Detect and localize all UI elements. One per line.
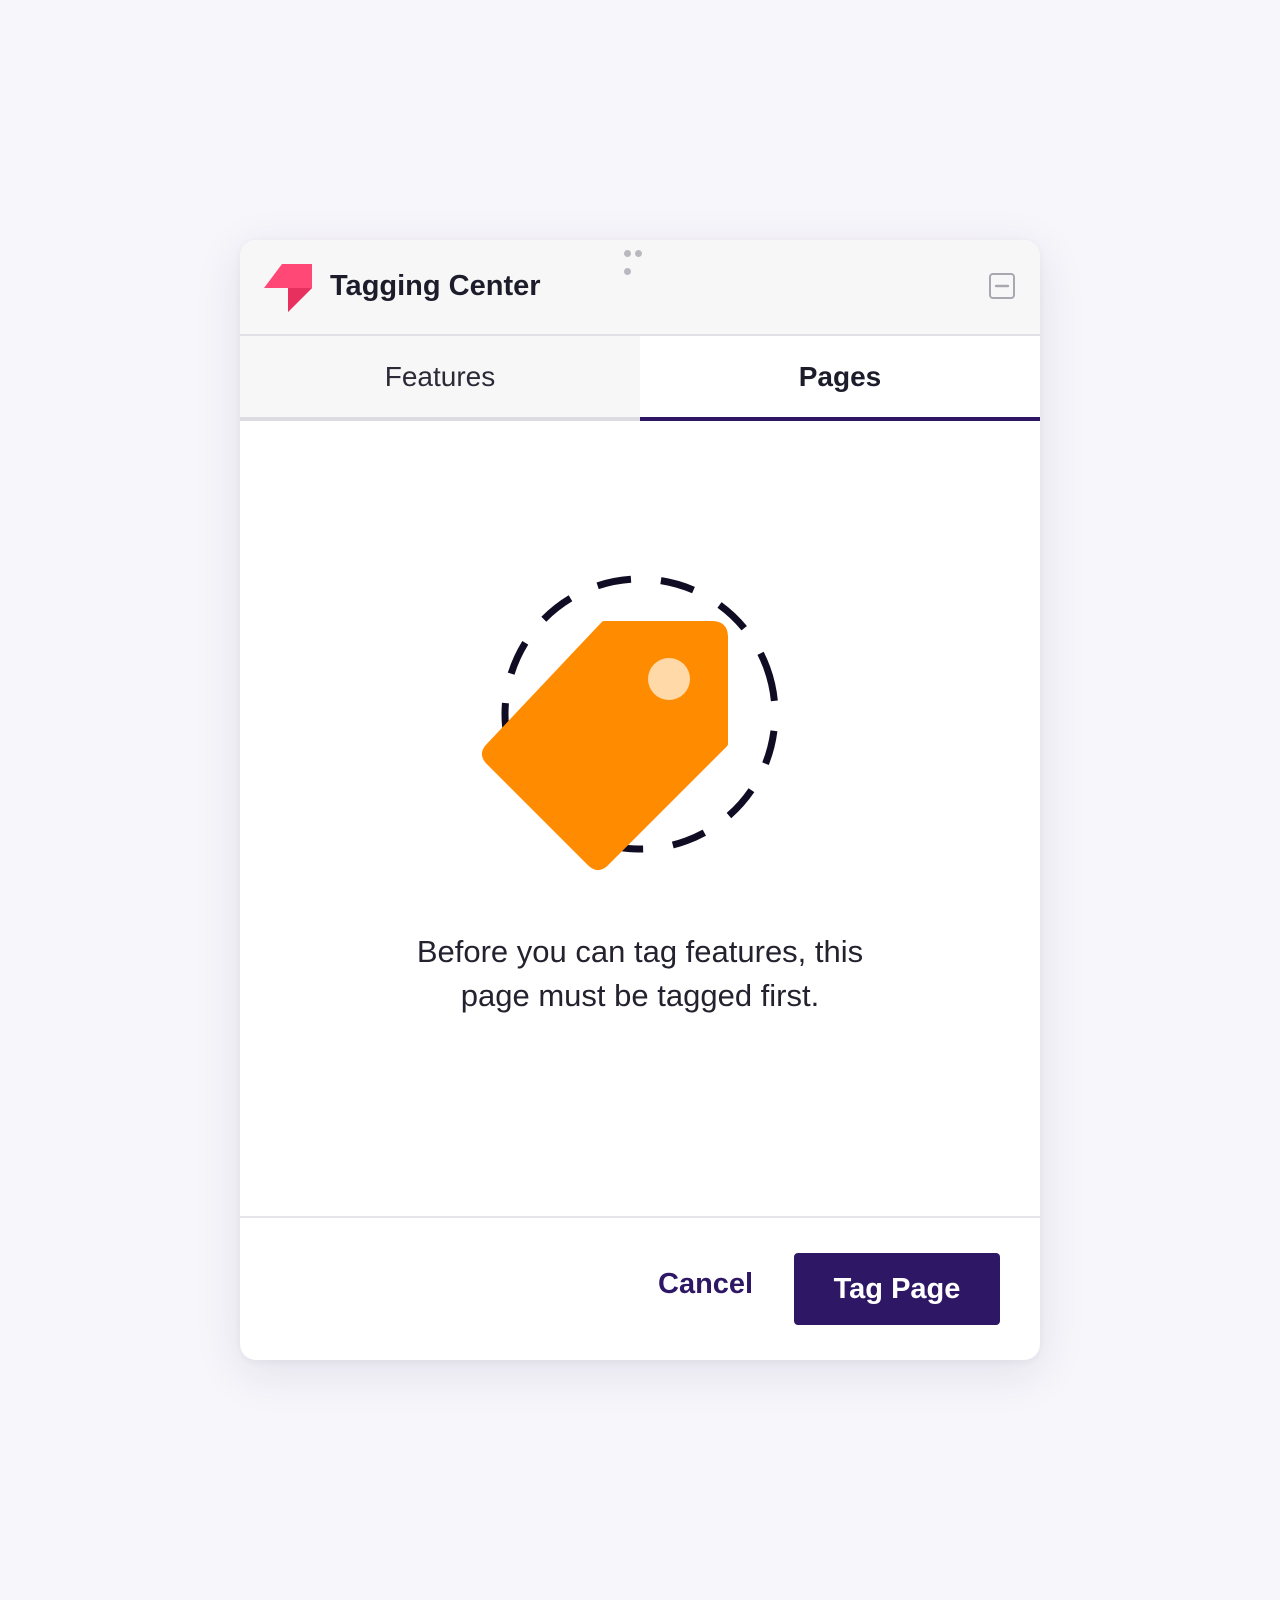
- panel-title: Tagging Center: [330, 270, 541, 302]
- tab-features[interactable]: Features: [240, 336, 640, 421]
- panel-footer: Cancel Tag Page: [240, 1216, 1040, 1360]
- pendo-logo-icon: [264, 264, 312, 312]
- tab-pages[interactable]: Pages: [640, 336, 1040, 421]
- cancel-button[interactable]: Cancel: [658, 1268, 753, 1301]
- tagging-center-panel: Tagging Center Features Pages Before you…: [240, 240, 1040, 1360]
- panel-header: Tagging Center: [240, 240, 1040, 336]
- drag-handle-icon[interactable]: [624, 250, 656, 275]
- minimize-icon[interactable]: [988, 272, 1016, 300]
- price-tag-icon: [482, 575, 779, 870]
- empty-state-message: Before you can tag features, this page m…: [416, 934, 864, 1013]
- tag-page-button[interactable]: Tag Page: [794, 1253, 1000, 1325]
- tab-bar: Features Pages: [240, 336, 1040, 421]
